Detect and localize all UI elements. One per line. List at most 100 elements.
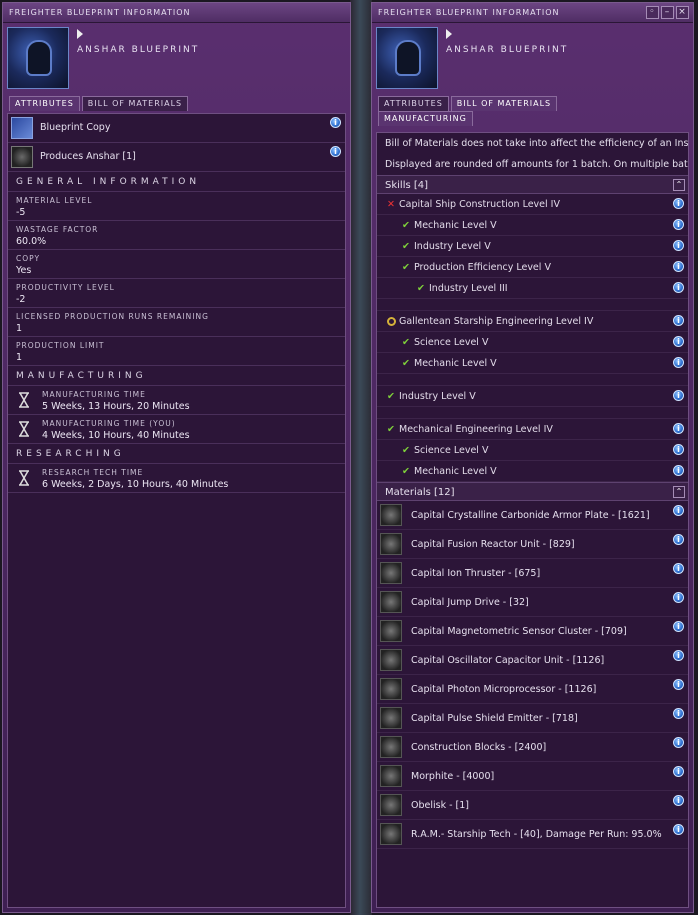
blueprint-thumbnail[interactable] [7, 27, 69, 89]
skill-row[interactable]: ✔ Mechanic Level V i [377, 461, 688, 482]
material-row[interactable]: Construction Blocks - [2400] i [377, 733, 688, 762]
info-icon[interactable]: i [673, 423, 684, 434]
info-icon[interactable]: i [673, 465, 684, 476]
attribute-value: -5 [16, 207, 26, 218]
material-label: Capital Pulse Shield Emitter - [718] [411, 713, 578, 724]
attribute-value: 1 [16, 352, 23, 363]
info-icon[interactable]: i [673, 737, 684, 748]
material-row[interactable]: Capital Crystalline Carbonide Armor Plat… [377, 501, 688, 530]
info-icon[interactable]: i [673, 795, 684, 806]
info-icon[interactable]: i [673, 766, 684, 777]
tab-bill-of-materials[interactable]: BILL OF MATERIALS [81, 96, 189, 111]
material-icon [380, 794, 402, 816]
time-label: MANUFACTURING TIME (YOU) [42, 419, 176, 428]
material-label: Capital Photon Microprocessor - [1126] [411, 684, 597, 695]
list-item[interactable]: Blueprint Copy i [8, 114, 345, 143]
info-icon[interactable]: i [673, 219, 684, 230]
material-row[interactable]: Morphite - [4000] i [377, 762, 688, 791]
expand-arrow-icon[interactable] [77, 29, 83, 39]
check-icon: ✔ [402, 241, 410, 252]
list-item[interactable]: Produces Anshar [1] i [8, 143, 345, 172]
skill-label: Gallentean Starship Engineering Level IV [399, 316, 594, 327]
info-icon[interactable]: i [673, 563, 684, 574]
window-settings-icon[interactable]: ◦ [646, 6, 659, 19]
row-label: Blueprint Copy [40, 122, 111, 133]
bom-note: Displayed are rounded off amounts for 1 … [385, 159, 688, 170]
skill-row[interactable]: ✔ Science Level V i [377, 332, 688, 353]
collapse-icon[interactable]: ⌃ [673, 486, 685, 498]
info-icon[interactable]: i [673, 357, 684, 368]
skill-row[interactable]: ✔ Industry Level V i [377, 386, 688, 407]
tab-attributes[interactable]: ATTRIBUTES [9, 96, 80, 111]
info-icon[interactable]: i [673, 505, 684, 516]
skill-row[interactable]: Gallentean Starship Engineering Level IV… [377, 311, 688, 332]
close-icon[interactable]: × [676, 6, 689, 19]
material-label: Capital Magnetometric Sensor Cluster - [… [411, 626, 627, 637]
info-icon[interactable]: i [673, 621, 684, 632]
attribute-value: Yes [16, 265, 32, 276]
blueprint-info-window-bom[interactable]: FREIGHTER BLUEPRINT INFORMATION ◦ – × AN… [371, 2, 694, 913]
material-row[interactable]: Capital Fusion Reactor Unit - [829] i [377, 530, 688, 559]
ship-icon [11, 146, 33, 168]
window-titlebar[interactable]: FREIGHTER BLUEPRINT INFORMATION [3, 3, 350, 23]
info-icon[interactable]: i [673, 240, 684, 251]
info-icon[interactable]: i [330, 146, 341, 157]
skill-row[interactable]: ✔ Production Efficiency Level V i [377, 257, 688, 278]
hourglass-icon [19, 421, 29, 437]
info-icon[interactable]: i [673, 336, 684, 347]
collapse-icon[interactable]: ⌃ [673, 179, 685, 191]
material-row[interactable]: Obelisk - [1] i [377, 791, 688, 820]
skills-header[interactable]: Skills [4] ⌃ [377, 175, 688, 194]
skill-row[interactable]: ✔ Industry Level V i [377, 236, 688, 257]
info-icon[interactable]: i [673, 824, 684, 835]
tab-bar: ATTRIBUTES BILL OF MATERIALS [372, 95, 693, 111]
skill-label: Industry Level V [414, 241, 491, 252]
blueprint-info-window-attributes[interactable]: FREIGHTER BLUEPRINT INFORMATION ANSHAR B… [2, 2, 351, 913]
info-icon[interactable]: i [673, 592, 684, 603]
section-header-researching: RESEARCHING [8, 444, 345, 464]
time-value: 5 Weeks, 13 Hours, 20 Minutes [42, 401, 190, 412]
check-icon: ✔ [402, 445, 410, 456]
material-row[interactable]: Capital Photon Microprocessor - [1126] i [377, 675, 688, 704]
material-row[interactable]: Capital Ion Thruster - [675] i [377, 559, 688, 588]
skill-row[interactable]: ✔ Science Level V i [377, 440, 688, 461]
material-row[interactable]: Capital Pulse Shield Emitter - [718] i [377, 704, 688, 733]
tab-bill-of-materials[interactable]: BILL OF MATERIALS [450, 96, 558, 111]
material-row[interactable]: Capital Oscillator Capacitor Unit - [112… [377, 646, 688, 675]
info-icon[interactable]: i [673, 444, 684, 455]
info-icon[interactable]: i [673, 282, 684, 293]
info-icon[interactable]: i [673, 708, 684, 719]
material-row[interactable]: Capital Jump Drive - [32] i [377, 588, 688, 617]
info-icon[interactable]: i [673, 650, 684, 661]
time-label: MANUFACTURING TIME [42, 390, 146, 399]
info-icon[interactable]: i [673, 390, 684, 401]
tab-attributes[interactable]: ATTRIBUTES [378, 96, 449, 111]
info-icon[interactable]: i [673, 315, 684, 326]
bill-of-materials-panel: Bill of Materials does not take into aff… [376, 132, 689, 908]
info-icon[interactable]: i [673, 198, 684, 209]
material-row[interactable]: R.A.M.- Starship Tech - [40], Damage Per… [377, 820, 688, 849]
check-icon: ✔ [387, 424, 395, 435]
skill-row[interactable]: ✔ Industry Level III i [377, 278, 688, 299]
tab-manufacturing[interactable]: MANUFACTURING [378, 111, 473, 126]
skill-row[interactable]: ✔ Mechanic Level V i [377, 215, 688, 236]
blueprint-thumbnail[interactable] [376, 27, 438, 89]
minimize-icon[interactable]: – [661, 6, 674, 19]
info-icon[interactable]: i [330, 117, 341, 128]
check-icon: ✔ [402, 337, 410, 348]
attribute-row: PRODUCTIVITY LEVEL -2 [8, 279, 345, 308]
expand-arrow-icon[interactable] [446, 29, 452, 39]
skill-row[interactable]: ✔ Mechanic Level V i [377, 353, 688, 374]
window-controls: ◦ – × [646, 6, 689, 19]
material-row[interactable]: Capital Magnetometric Sensor Cluster - [… [377, 617, 688, 646]
materials-header[interactable]: Materials [12] ⌃ [377, 482, 688, 501]
skill-row[interactable]: ✔ Mechanical Engineering Level IV i [377, 419, 688, 440]
attribute-row: COPY Yes [8, 250, 345, 279]
info-icon[interactable]: i [673, 261, 684, 272]
window-titlebar[interactable]: FREIGHTER BLUEPRINT INFORMATION ◦ – × [372, 3, 693, 23]
skills-list: ✕ Capital Ship Construction Level IV i ✔ Mec… [377, 194, 688, 482]
info-icon[interactable]: i [673, 679, 684, 690]
skill-row[interactable]: ✕ Capital Ship Construction Level IV i [377, 194, 688, 215]
info-icon[interactable]: i [673, 534, 684, 545]
check-icon: ✔ [402, 358, 410, 369]
